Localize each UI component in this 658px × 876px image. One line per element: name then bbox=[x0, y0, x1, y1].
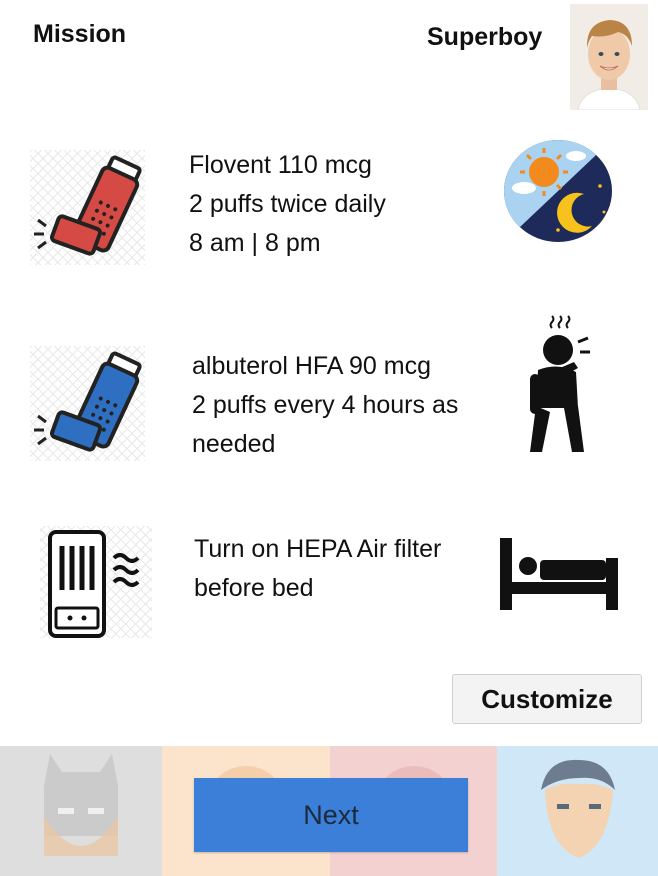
next-button[interactable]: Next bbox=[194, 778, 468, 852]
page-title: Mission bbox=[33, 20, 127, 48]
user-name: Superboy bbox=[427, 23, 543, 51]
task-text-3: Turn on HEPA Air filter before bed bbox=[194, 535, 442, 602]
day-night-icon bbox=[502, 138, 614, 244]
task-text-1: Flovent 110 mcg 2 puffs twice daily 8 am… bbox=[189, 151, 386, 257]
batman-icon[interactable] bbox=[0, 746, 162, 876]
task-text-2: albuterol HFA 90 mcg 2 puffs every 4 hou… bbox=[192, 352, 459, 458]
avatar[interactable] bbox=[570, 4, 648, 110]
blue-inhaler-icon bbox=[30, 346, 145, 461]
bed-icon bbox=[500, 536, 620, 612]
air-purifier-icon bbox=[40, 526, 152, 638]
red-inhaler-icon bbox=[30, 150, 145, 265]
customize-button[interactable]: Customize bbox=[452, 674, 642, 724]
coughing-person-icon bbox=[516, 312, 596, 454]
superman-icon[interactable] bbox=[497, 746, 658, 876]
